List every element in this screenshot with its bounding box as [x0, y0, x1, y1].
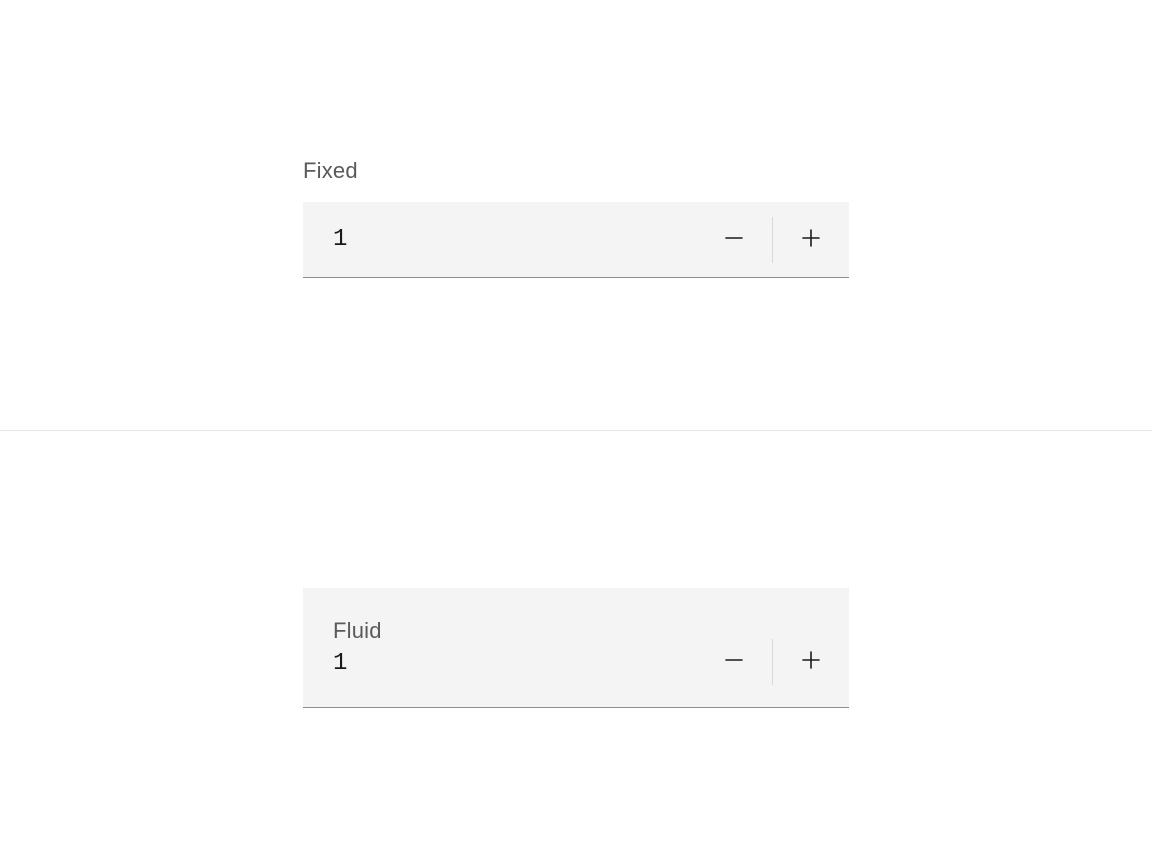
fluid-stepper: Fluid 1 — [303, 588, 849, 708]
fluid-value[interactable]: 1 — [333, 650, 696, 677]
minus-icon — [722, 648, 746, 675]
fixed-decrement-button[interactable] — [696, 202, 772, 277]
fluid-field[interactable]: Fluid 1 — [303, 588, 849, 708]
fixed-value[interactable]: 1 — [303, 226, 696, 253]
fluid-textarea: Fluid 1 — [303, 588, 696, 707]
section-fluid: Fluid 1 — [0, 430, 1152, 864]
fixed-label: Fixed — [303, 158, 849, 184]
fixed-controls — [696, 202, 849, 277]
fixed-field[interactable]: 1 — [303, 202, 849, 278]
section-fixed: Fixed 1 — [0, 0, 1152, 430]
plus-icon — [799, 648, 823, 675]
minus-icon — [722, 226, 746, 253]
fixed-stepper: Fixed 1 — [303, 158, 849, 278]
fluid-controls — [696, 588, 849, 707]
plus-icon — [799, 226, 823, 253]
fluid-label: Fluid — [333, 618, 696, 644]
fixed-increment-button[interactable] — [773, 202, 849, 277]
fluid-increment-button[interactable] — [773, 588, 849, 707]
fluid-decrement-button[interactable] — [696, 588, 772, 707]
